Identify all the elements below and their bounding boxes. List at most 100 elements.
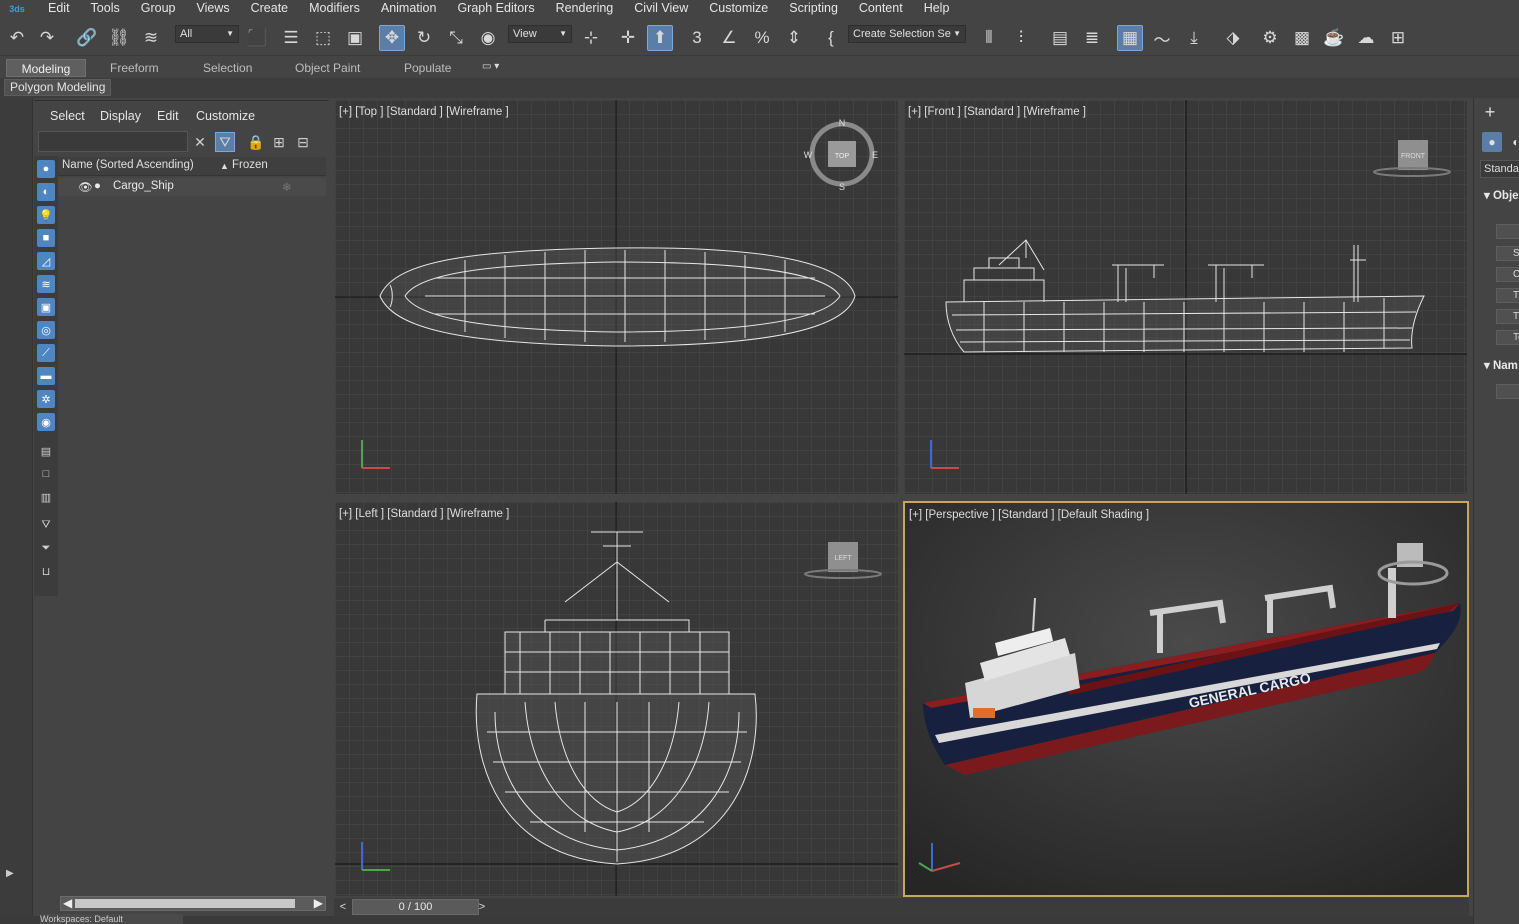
menu-modifiers[interactable]: Modifiers: [295, 0, 367, 17]
shapes-category-icon[interactable]: ◐: [1506, 132, 1519, 152]
keyboard-shortcut-override-icon[interactable]: ⬆: [647, 25, 673, 51]
name-and-color-rollout[interactable]: ▾ Nam: [1484, 358, 1518, 372]
frozen-snowflake-icon[interactable]: ❄: [282, 180, 292, 194]
named-selection-sets-dropdown[interactable]: Create Selection Se ▼: [848, 25, 966, 43]
display-shapes-icon[interactable]: ◐: [37, 183, 55, 201]
display-particles-icon[interactable]: ✲: [37, 390, 55, 408]
select-and-rotate-icon[interactable]: ↻: [411, 25, 437, 51]
display-bones-icon[interactable]: ⟋: [37, 344, 55, 362]
menu-content[interactable]: Content: [845, 0, 910, 17]
toggle-layer-explorer-icon[interactable]: ≣: [1079, 25, 1105, 51]
menu-scripting[interactable]: Scripting: [775, 0, 845, 17]
object-type-button-6[interactable]: Te: [1496, 330, 1519, 345]
tab-freeform[interactable]: Freeform: [100, 59, 169, 77]
display-xrefs-icon[interactable]: ◎: [37, 321, 55, 339]
menu-create[interactable]: Create: [237, 0, 296, 17]
polygon-modeling-panel-button[interactable]: Polygon Modeling: [4, 79, 112, 96]
menu-views[interactable]: Views: [182, 0, 236, 17]
tab-selection[interactable]: Selection: [193, 59, 262, 77]
object-type-button-3[interactable]: C: [1496, 267, 1519, 282]
schematic-view-icon[interactable]: ⤓: [1181, 25, 1207, 51]
display-containers-icon[interactable]: ▬: [37, 367, 55, 385]
select-and-scale-icon[interactable]: ⤡: [443, 25, 469, 51]
angle-snap-icon[interactable]: ∠: [716, 25, 742, 51]
bind-space-warp-icon[interactable]: ≋: [138, 25, 164, 51]
rendered-frame-window-icon[interactable]: ▩: [1289, 25, 1315, 51]
display-none-icon[interactable]: □: [37, 465, 55, 483]
display-space-warps-icon[interactable]: ≋: [37, 275, 55, 293]
viewport-left-label[interactable]: [+] [Left ] [Standard ] [Wireframe ]: [339, 508, 509, 520]
mirror-icon[interactable]: ⫴: [976, 25, 1002, 51]
curve-editor-icon[interactable]: 〜: [1149, 25, 1175, 51]
hierarchy-icon[interactable]: ⊞: [269, 132, 289, 152]
tab-object-paint[interactable]: Object Paint: [285, 59, 370, 77]
redo-icon[interactable]: ↷: [34, 25, 60, 51]
display-visibility-icon[interactable]: ◉: [37, 413, 55, 431]
display-geometry-icon[interactable]: ●: [37, 160, 55, 178]
viewport-top[interactable]: TOP N S E W [+] [Top ] [Standard ] [Wire…: [335, 100, 898, 494]
undo-icon[interactable]: ↶: [4, 25, 30, 51]
menu-edit[interactable]: Edit: [34, 0, 77, 17]
viewport-front[interactable]: FRONT [+] [Front ] [Standard ] [Wirefram…: [904, 100, 1467, 494]
spinner-snap-icon[interactable]: ⇕: [781, 25, 807, 51]
render-in-cloud-icon[interactable]: ☁: [1353, 25, 1379, 51]
percent-snap-icon[interactable]: %: [749, 25, 775, 51]
scroll-right-icon[interactable]: ▶: [314, 896, 323, 910]
snaps-toggle-icon[interactable]: 3: [684, 25, 710, 51]
explorer-menu-edit[interactable]: Edit: [157, 109, 179, 123]
render-shortcuts-icon[interactable]: ⊞: [1385, 25, 1411, 51]
rect-selection-region-icon[interactable]: ⬚: [310, 25, 336, 51]
scroll-thumb[interactable]: [75, 899, 295, 908]
clear-search-icon[interactable]: ✕: [190, 132, 210, 152]
menu-customize[interactable]: Customize: [695, 0, 775, 17]
visibility-eye-icon[interactable]: 👁: [78, 180, 93, 194]
filter-options-icon[interactable]: ⛛: [37, 516, 55, 534]
select-manipulate-icon[interactable]: ✛: [615, 25, 641, 51]
explorer-menu-select[interactable]: Select: [50, 109, 85, 123]
geometry-category-icon[interactable]: ●: [1482, 132, 1502, 152]
toggle-scene-explorer-icon[interactable]: ▤: [1047, 25, 1073, 51]
select-and-move-icon[interactable]: ✥: [379, 25, 405, 51]
time-prev-button[interactable]: <: [336, 900, 350, 914]
filter-layer-icon[interactable]: ⊔: [37, 562, 55, 580]
menu-help[interactable]: Help: [910, 0, 957, 17]
toggle-ribbon-icon[interactable]: ▦: [1117, 25, 1143, 51]
menu-animation[interactable]: Animation: [367, 0, 444, 17]
viewport-top-label[interactable]: [+] [Top ] [Standard ] [Wireframe ]: [339, 106, 509, 118]
explorer-horizontal-scrollbar[interactable]: ◀ ▶: [60, 896, 326, 911]
select-link-icon[interactable]: 🔗: [74, 25, 100, 51]
ribbon-minimize-icon[interactable]: ▭ ▾: [482, 61, 510, 73]
viewport-perspective[interactable]: GENERAL CARGO [+] [Perspective ] [Standa…: [903, 501, 1469, 897]
filter-icon[interactable]: ⛛: [215, 132, 235, 152]
unlink-icon[interactable]: ⛓: [106, 25, 132, 51]
workspace-selector[interactable]: Workspaces: Default: [40, 914, 183, 924]
viewport-front-label[interactable]: [+] [Front ] [Standard ] [Wireframe ]: [908, 106, 1086, 118]
menu-group[interactable]: Group: [127, 0, 183, 17]
render-setup-icon[interactable]: ⚙: [1257, 25, 1283, 51]
viewport-perspective-label[interactable]: [+] [Perspective ] [Standard ] [Default …: [909, 509, 1149, 521]
expand-arrow-icon[interactable]: ▶: [6, 868, 22, 884]
viewport-left[interactable]: LEFT [+] [Left ] [Standard ] [Wireframe …: [335, 502, 898, 896]
column-frozen[interactable]: Frozen: [232, 159, 268, 171]
edit-named-selection-icon[interactable]: {: [818, 25, 844, 51]
object-type-button-1[interactable]: [1496, 224, 1519, 239]
column-name[interactable]: Name (Sorted Ascending): [62, 159, 194, 171]
table-row[interactable]: 👁 ● Cargo_Ship ❄: [58, 178, 326, 196]
ship-wireframe-top[interactable]: [379, 247, 856, 347]
invert-display-icon[interactable]: ▥: [37, 488, 55, 506]
object-type-rollout[interactable]: ▾ Obje: [1484, 188, 1519, 202]
material-editor-icon[interactable]: ⬗: [1220, 25, 1246, 51]
time-next-button[interactable]: >: [475, 900, 489, 914]
select-by-name-icon[interactable]: ☰: [278, 25, 304, 51]
select-and-place-icon[interactable]: ◉: [475, 25, 501, 51]
window-crossing-icon[interactable]: ▣: [342, 25, 368, 51]
display-all-icon[interactable]: ▤: [37, 442, 55, 460]
select-object-icon[interactable]: ⬛: [244, 25, 270, 51]
object-type-button-2[interactable]: S: [1496, 246, 1519, 261]
object-type-button-4[interactable]: T: [1496, 288, 1519, 303]
name-field[interactable]: [1496, 384, 1519, 399]
time-slider-thumb[interactable]: 0 / 100: [352, 899, 479, 915]
render-production-icon[interactable]: ☕: [1321, 25, 1347, 51]
pivot-center-icon[interactable]: ⊹: [578, 25, 604, 51]
menu-civil-view[interactable]: Civil View: [620, 0, 695, 17]
